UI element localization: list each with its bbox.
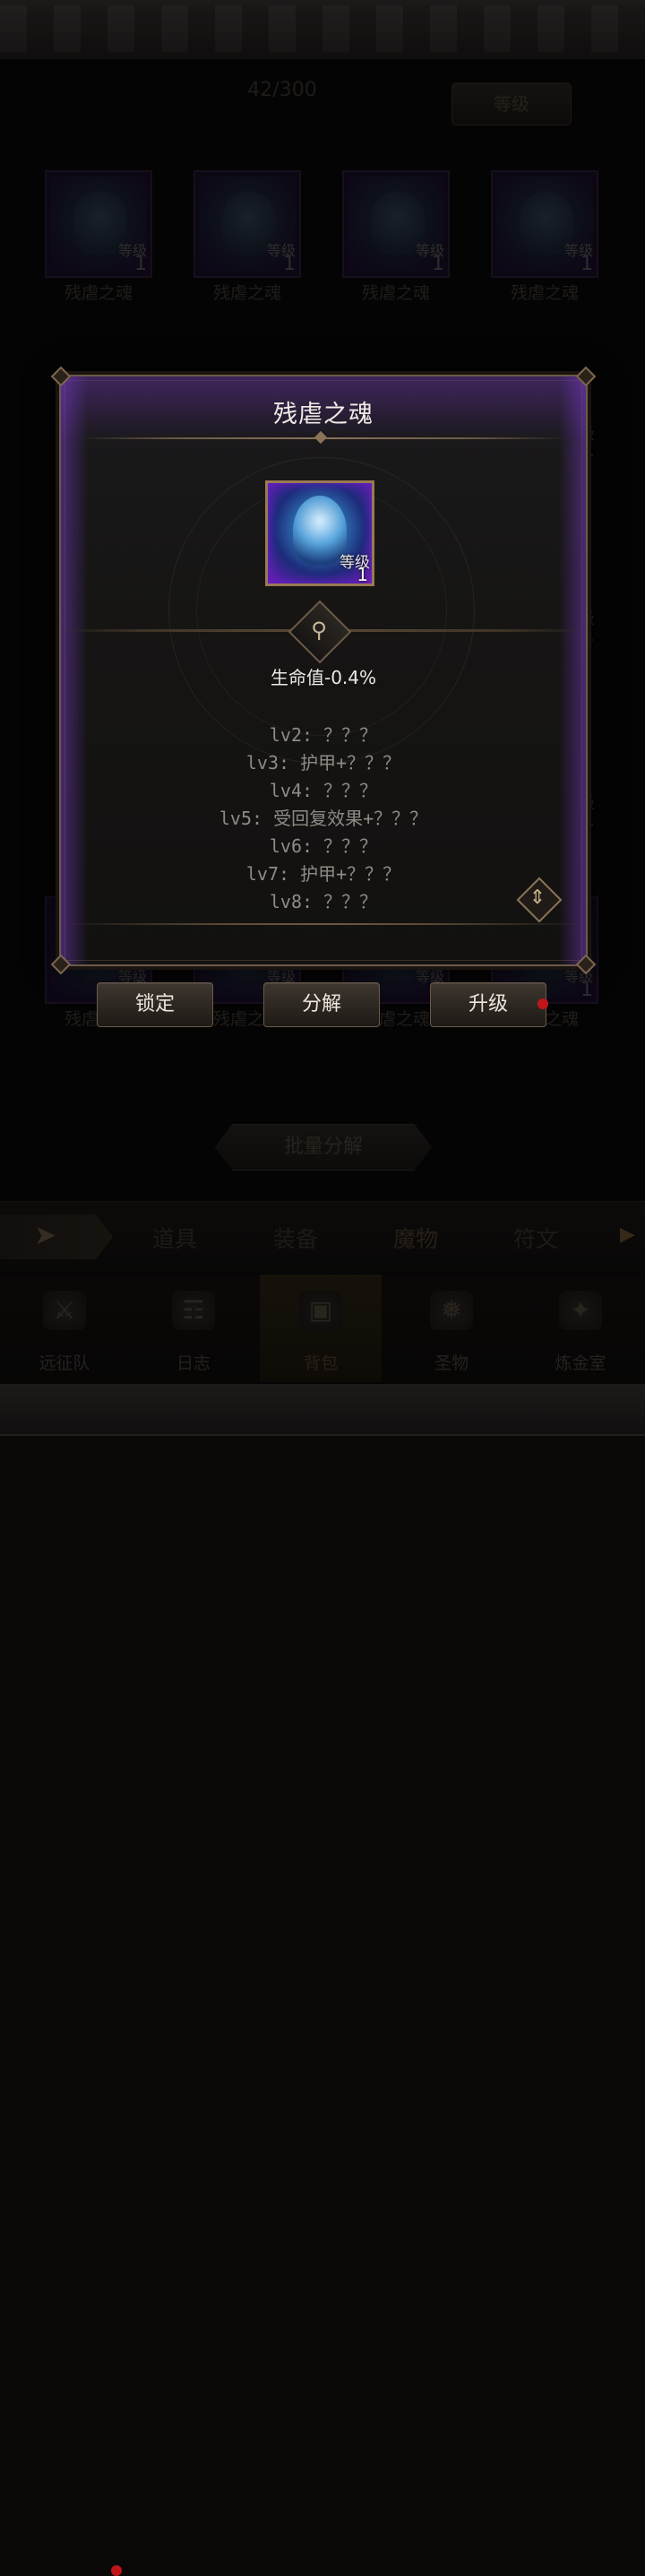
popup-title: 残虐之魂: [273, 401, 374, 428]
level-bonus: lv3: 护甲+？？？: [245, 752, 401, 774]
expand-arrows-icon: ⇕: [529, 886, 546, 909]
portrait-level: 1: [357, 564, 368, 585]
decompose-button[interactable]: 分解: [263, 982, 380, 1027]
level-bonus-list: lv2: ？？？ lv3: 护甲+？？？ lv4: ？？？ lv5: 受回复效果…: [61, 721, 586, 915]
monster-detail-popup: 残虐之魂 等级 1 ⚲ 生命值-0.4% lv2: ？？？ lv3: 护甲+？？…: [50, 366, 597, 975]
beast-portrait-icon: [293, 496, 347, 566]
level-bonus: lv8: ？？？: [269, 891, 378, 912]
lock-button[interactable]: 锁定: [97, 982, 213, 1027]
level-bonus: lv4: ？？？: [269, 780, 378, 801]
monster-portrait: 等级 1: [265, 480, 374, 586]
level-bonus: lv7: 护甲+？？？: [245, 863, 401, 885]
level-bonus: lv2: ？？？: [269, 724, 378, 746]
upgrade-button[interactable]: 升级: [430, 982, 546, 1027]
level-bonus: lv6: ？？？: [269, 835, 378, 857]
main-stat: 生命值-0.4%: [270, 667, 377, 688]
bottom-divider: [61, 923, 586, 925]
magnifier-icon: ⚲: [311, 618, 327, 643]
notification-dot: [111, 2565, 122, 2576]
level-bonus: lv5: 受回复效果+？？？: [219, 808, 428, 829]
upgrade-notification-dot: [538, 998, 548, 1009]
